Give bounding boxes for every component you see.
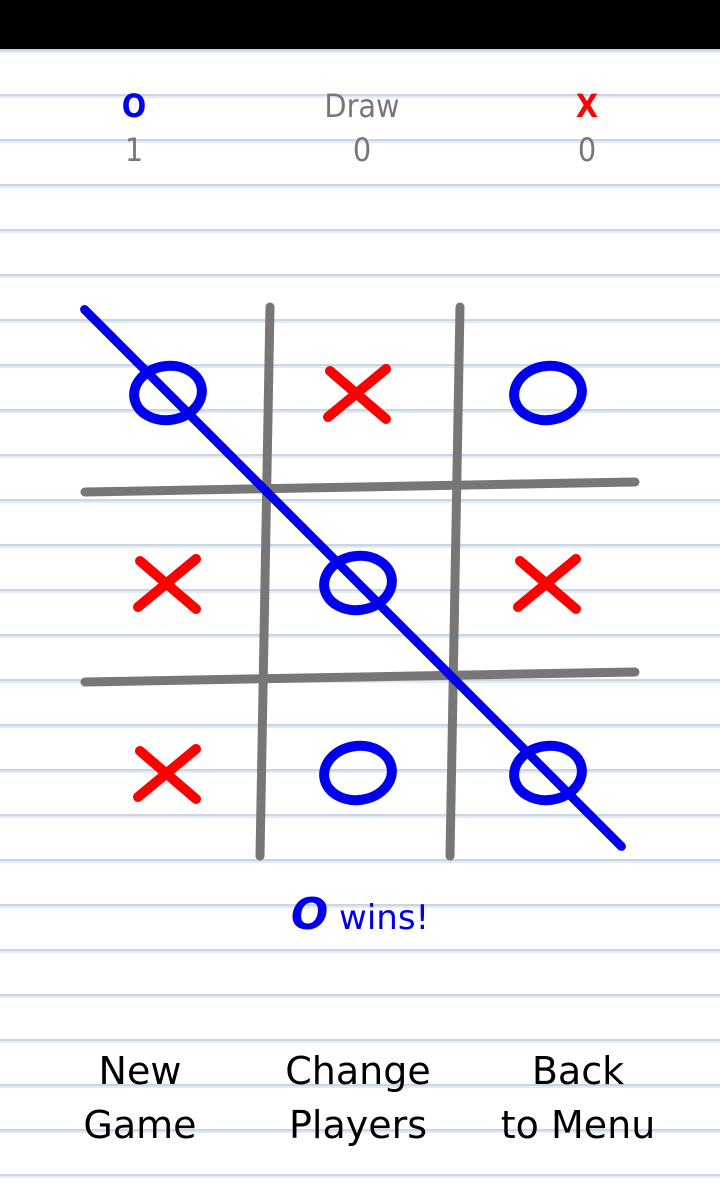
result-winner-mark: O [290, 889, 329, 940]
score-o-value: 1 [124, 131, 144, 169]
new-game-label-line1: New [98, 1049, 182, 1093]
board-cell[interactable] [458, 683, 638, 863]
change-players-label-line1: Change [285, 1049, 431, 1093]
score-x: X 0 [527, 84, 647, 172]
board-cell[interactable] [268, 493, 448, 673]
change-players-label-line2: Players [288, 1103, 428, 1147]
board-cell[interactable] [458, 303, 638, 483]
new-game-button[interactable]: New Game [30, 1044, 250, 1152]
back-to-menu-label-line1: Back [531, 1049, 625, 1093]
board-cell[interactable] [268, 303, 448, 483]
score-x-label: X [575, 87, 599, 125]
score-draw: Draw 0 [302, 84, 422, 172]
board-cell[interactable] [268, 683, 448, 863]
result-message: O wins! [0, 890, 720, 943]
change-players-button[interactable]: Change Players [248, 1044, 468, 1152]
result-text: wins! [339, 898, 430, 938]
score-x-value: 0 [577, 131, 597, 169]
board-cell[interactable] [78, 303, 258, 483]
score-o-label: O [121, 87, 147, 125]
back-to-menu-button[interactable]: Back to Menu [468, 1044, 688, 1152]
score-draw-value: 0 [352, 131, 372, 169]
score-o: O 1 [74, 84, 194, 172]
board-cell[interactable] [78, 683, 258, 863]
new-game-label-line2: Game [83, 1103, 197, 1147]
board-cell[interactable] [78, 493, 258, 673]
score-draw-label: Draw [324, 87, 400, 125]
back-to-menu-label-line2: to Menu [500, 1103, 656, 1147]
status-bar [0, 0, 720, 49]
board-cell[interactable] [458, 493, 638, 673]
